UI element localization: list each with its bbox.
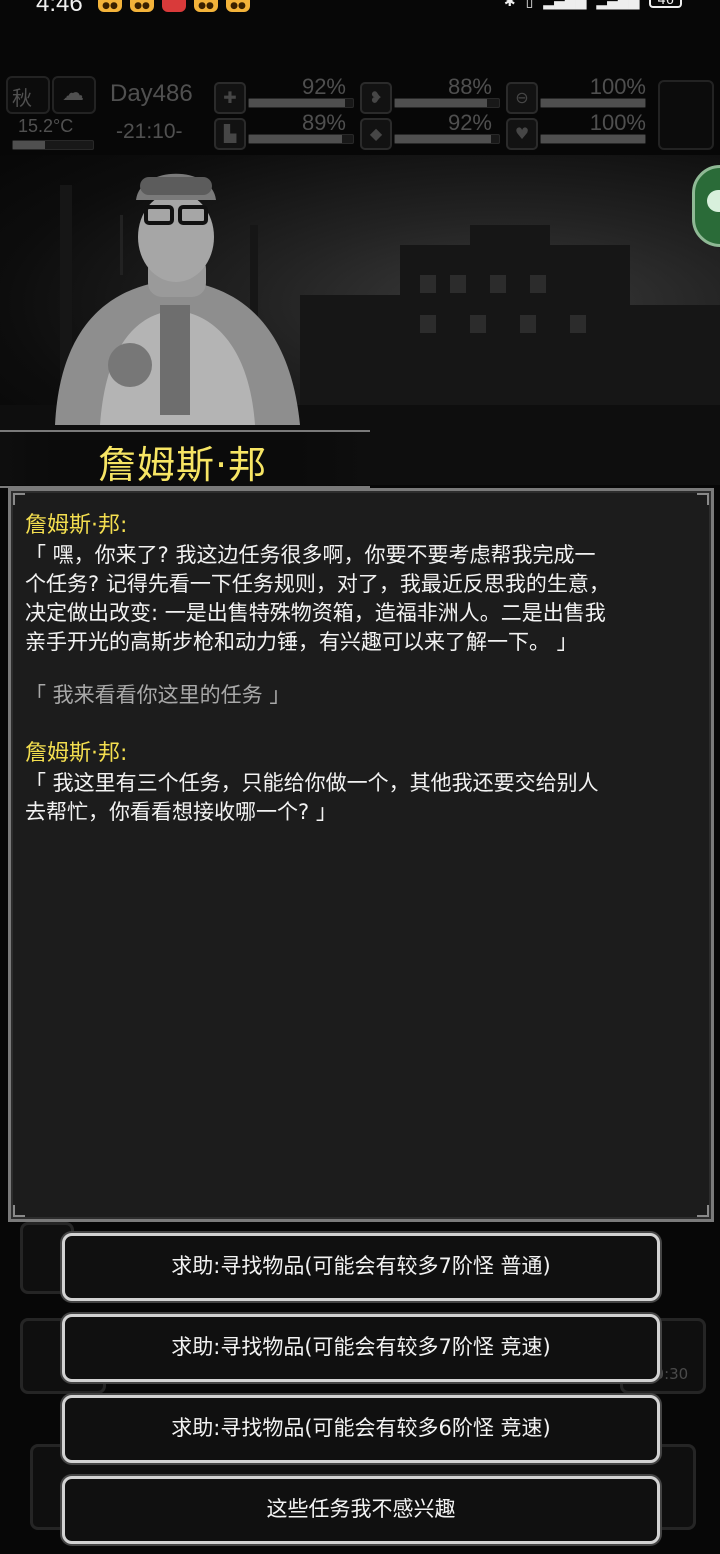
stat-hunger: 88% — [447, 74, 492, 99]
capsule-icon: ⊖ — [506, 82, 538, 114]
speaker-name: 詹姆斯·邦: — [25, 513, 128, 538]
app-notification-icon: ●● — [194, 0, 218, 12]
app-notification-icon: ●● — [98, 0, 122, 12]
dialog-panel: 詹姆斯·邦: 「 嘿，你来了? 我这边任务很多啊，你要不要考虑帮我完成一 个任务… — [8, 488, 714, 1222]
status-time: 4:46 — [36, 0, 83, 17]
speaker-name: 詹姆斯·邦: — [25, 741, 128, 766]
app-notification-icon: ●● — [130, 0, 154, 12]
stomach-icon: ❥ — [360, 82, 392, 114]
heart-icon: ♥ — [506, 118, 538, 150]
dialog-line: 决定做出改变: 一是出售特殊物资箱，造福非洲人。二是出售我 — [25, 601, 606, 625]
temperature: 15.2°C — [18, 116, 74, 136]
weather-cloud-icon: ☁ — [52, 76, 96, 114]
stat-medicine: 100% — [589, 74, 646, 99]
game-clock: -21:10- — [116, 120, 183, 143]
signal-icon: ▂▄▆█ — [543, 0, 587, 10]
dialog-line: 去帮忙，你看看想接收哪一个? 」 — [25, 800, 337, 824]
notification-icons: ●● ●● ●● ●● — [98, 0, 250, 12]
quest-option-2-button[interactable]: 求助:寻找物品(可能会有较多7阶怪 竞速) — [62, 1314, 660, 1382]
stat-bar — [248, 134, 354, 144]
dialog-line: 「 我这里有三个任务，只能给你做一个，其他我还要交给别人 — [25, 771, 599, 795]
dialog-message: 詹姆斯·邦: 「 嘿，你来了? 我这边任务很多啊，你要不要考虑帮我完成一 个任务… — [25, 511, 701, 657]
battery-icon: 46 — [649, 0, 682, 8]
temperature-bar — [12, 140, 94, 150]
status-bar: 4:46 ●● ●● ●● ●● ✱ ▯ ▂▄▆█ ▂▄▆█ 46 — [0, 0, 720, 17]
boot-icon: ▙ — [214, 118, 246, 150]
day-counter: Day486 — [110, 80, 193, 107]
hud-bar: 秋 ☁ 15.2°C Day486 -21:10- ✚ 92% ❥ 88% ⊖ … — [6, 74, 718, 152]
npc-name-banner: 詹姆斯·邦 — [0, 430, 370, 488]
dialog-line: 个任务? 记得先看一下任务规则，对了，我最近反思我的生意， — [25, 572, 610, 596]
quest-option-1-button[interactable]: 求助:寻找物品(可能会有较多7阶怪 普通) — [62, 1233, 660, 1301]
reply-line: 「 我来看看你这里的任务 」 — [25, 683, 291, 707]
stat-bar — [394, 98, 500, 108]
stat-bar — [394, 134, 500, 144]
signal-icon: ▂▄▆█ — [596, 0, 640, 10]
inventory-slot — [658, 80, 714, 150]
app-notification-icon — [162, 0, 186, 12]
dialog-line: 「 嘿，你来了? 我这边任务很多啊，你要不要考虑帮我完成一 — [25, 543, 596, 567]
health-kit-icon: ✚ — [214, 82, 246, 114]
panel-corner — [697, 1205, 709, 1217]
stat-stamina: 89% — [301, 110, 346, 135]
stat-water: 92% — [447, 110, 492, 135]
season-badge: 秋 — [6, 76, 50, 114]
app-notification-icon: ●● — [226, 0, 250, 12]
npc-portrait — [55, 173, 300, 425]
npc-name: 詹姆斯·邦 — [98, 443, 268, 487]
stat-bar — [540, 98, 646, 108]
player-reply: 「 我来看看你这里的任务 」 — [25, 681, 701, 710]
stat-health: 92% — [301, 74, 346, 99]
stat-mood: 100% — [589, 110, 646, 135]
stat-bar — [248, 98, 354, 108]
stat-bar — [540, 134, 646, 144]
panel-corner — [697, 493, 709, 505]
water-drop-icon: ◆ — [360, 118, 392, 150]
panel-corner — [13, 1205, 25, 1217]
vibrate-icon: ▯ — [525, 0, 534, 10]
dialog-message: 詹姆斯·邦: 「 我这里有三个任务，只能给你做一个，其他我还要交给别人 去帮忙，… — [25, 739, 701, 827]
bluetooth-icon: ✱ — [503, 0, 516, 10]
season-label: 秋 — [12, 88, 32, 110]
chat-icon — [707, 190, 720, 212]
system-status: ✱ ▯ ▂▄▆█ ▂▄▆█ 46 — [504, 0, 682, 10]
quest-option-3-button[interactable]: 求助:寻找物品(可能会有较多6阶怪 竞速) — [62, 1395, 660, 1463]
chat-bubble-button[interactable] — [692, 165, 720, 247]
dialog-line: 亲手开光的高斯步枪和动力锤，有兴趣可以来了解一下。 」 — [25, 630, 578, 654]
panel-corner — [13, 493, 25, 505]
decline-quests-button[interactable]: 这些任务我不感兴趣 — [62, 1476, 660, 1544]
